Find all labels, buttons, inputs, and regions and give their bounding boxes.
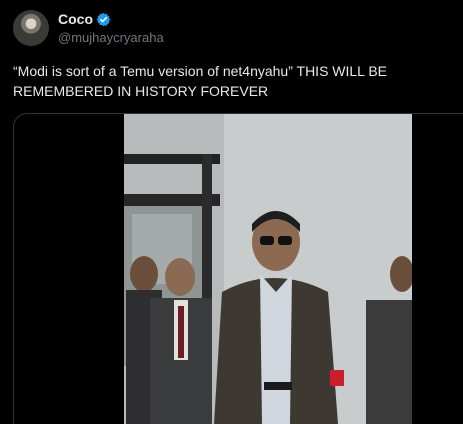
author-display-name[interactable]: Coco [58,11,93,27]
verified-badge-icon [96,12,111,27]
author-handle[interactable]: @mujhaycryaraha [58,30,164,45]
video-player[interactable] [13,113,463,424]
author-name-row[interactable]: Coco [58,11,111,27]
avatar[interactable] [13,10,49,46]
post-text: “Modi is sort of a Temu version of net4n… [13,63,388,99]
video-thumbnail[interactable] [124,114,412,424]
